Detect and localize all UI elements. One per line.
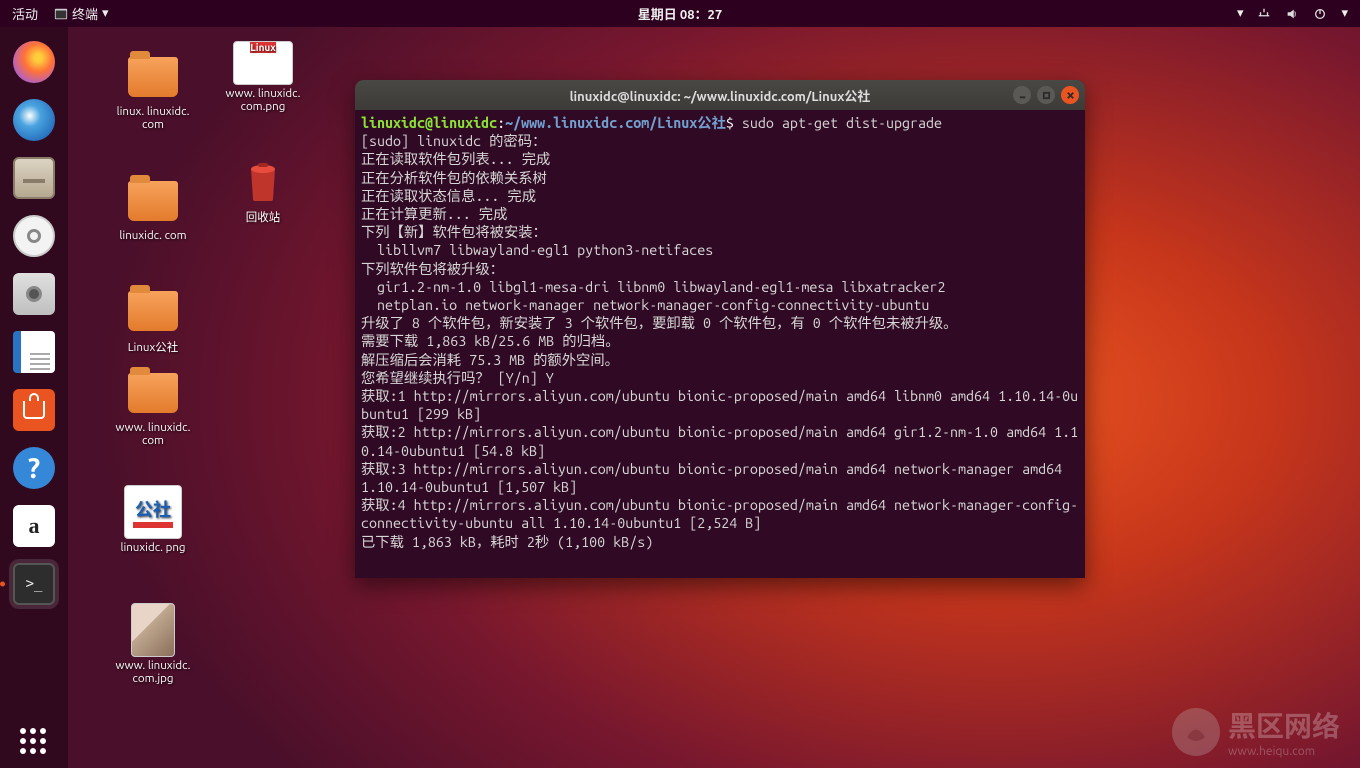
desktop-trash[interactable]: 回收站 bbox=[218, 155, 308, 225]
icon-label: 回收站 bbox=[218, 209, 308, 225]
dock-ubuntu-software[interactable] bbox=[9, 385, 59, 435]
desktop-folder-www-linuxidc-com[interactable]: www. linuxidc. com bbox=[108, 367, 198, 447]
watermark-sub: www.heiqu.com bbox=[1228, 745, 1340, 758]
terminal-titlebar[interactable]: linuxidc@linuxidc: ~/www.linuxidc.com/Li… bbox=[355, 80, 1085, 110]
clock[interactable]: 星期日 08：27 bbox=[638, 4, 722, 23]
icon-label: Linux公社 bbox=[108, 339, 198, 355]
terminal-icon bbox=[54, 7, 68, 21]
icon-label: www. linuxidc. com.png bbox=[218, 87, 308, 113]
icon-label: www. linuxidc. com bbox=[108, 421, 198, 447]
activities-button[interactable]: 活动 bbox=[12, 4, 38, 23]
dock-shotwell[interactable] bbox=[9, 269, 59, 319]
terminal-window[interactable]: linuxidc@linuxidc: ~/www.linuxidc.com/Li… bbox=[355, 80, 1085, 578]
terminal-body[interactable]: linuxidc@linuxidc:~/www.linuxidc.com/Lin… bbox=[355, 110, 1085, 555]
desktop-image-linuxidc-png[interactable]: 公社linuxidc. png bbox=[108, 485, 198, 554]
network-icon[interactable] bbox=[1257, 7, 1271, 21]
terminal-title-text: linuxidc@linuxidc: ~/www.linuxidc.com/Li… bbox=[570, 86, 871, 105]
power-icon[interactable] bbox=[1313, 7, 1327, 21]
prompt-colon: : bbox=[497, 115, 505, 131]
system-menu-chevron-icon[interactable]: ▾ bbox=[1341, 6, 1348, 21]
watermark-text: 黑区网络 bbox=[1228, 705, 1340, 745]
desktop-image-www-linuxidc-com-jpg[interactable]: www. linuxidc. com.jpg bbox=[108, 603, 198, 685]
prompt-user: linuxidc@linuxidc bbox=[361, 115, 497, 131]
chevron-down-icon: ▾ bbox=[102, 6, 109, 21]
dock-firefox[interactable] bbox=[9, 37, 59, 87]
volume-icon[interactable] bbox=[1285, 7, 1299, 21]
trash-icon bbox=[243, 159, 283, 203]
top-panel: 活动 终端 ▾ 星期日 08：27 ▾ ▾ bbox=[0, 0, 1360, 27]
show-applications-button[interactable] bbox=[20, 728, 48, 756]
close-button[interactable] bbox=[1061, 86, 1079, 104]
icon-label: linuxidc. com bbox=[108, 229, 198, 242]
prompt-dollar: $ bbox=[726, 115, 734, 131]
desktop-folder-linuxidc-com[interactable]: linuxidc. com bbox=[108, 175, 198, 242]
dock-help[interactable]: ? bbox=[9, 443, 59, 493]
watermark-logo-icon bbox=[1172, 708, 1220, 756]
watermark: 黑区网络 www.heiqu.com bbox=[1172, 705, 1340, 758]
dock-thunderbird[interactable] bbox=[9, 95, 59, 145]
prompt-path: ~/www.linuxidc.com/Linux公社 bbox=[505, 115, 726, 131]
desktop-image-www-linuxidc-com-png[interactable]: Linuxwww. linuxidc. com.png bbox=[218, 41, 308, 113]
dock: ? a >_ bbox=[0, 27, 68, 768]
dock-libreoffice-writer[interactable] bbox=[9, 327, 59, 377]
app-menu-label: 终端 bbox=[72, 4, 98, 23]
dock-amazon[interactable]: a bbox=[9, 501, 59, 551]
input-method-indicator[interactable]: ▾ bbox=[1237, 6, 1244, 21]
terminal-command: sudo apt-get dist-upgrade bbox=[734, 115, 942, 131]
icon-label: www. linuxidc. com.jpg bbox=[108, 659, 198, 685]
desktop-folder-linux-gongshe[interactable]: Linux公社 bbox=[108, 285, 198, 355]
dock-terminal[interactable]: >_ bbox=[9, 559, 59, 609]
maximize-button[interactable] bbox=[1037, 86, 1055, 104]
app-menu[interactable]: 终端 ▾ bbox=[54, 4, 109, 23]
dock-rhythmbox[interactable] bbox=[9, 211, 59, 261]
icon-label: linux. linuxidc. com bbox=[108, 105, 198, 131]
minimize-button[interactable] bbox=[1013, 86, 1031, 104]
terminal-output: [sudo] linuxidc 的密码： 正在读取软件包列表... 完成 正在分… bbox=[361, 133, 1078, 549]
desktop-folder-linux-linuxidc-com[interactable]: linux. linuxidc. com bbox=[108, 51, 198, 131]
icon-label: linuxidc. png bbox=[108, 541, 198, 554]
dock-files[interactable] bbox=[9, 153, 59, 203]
